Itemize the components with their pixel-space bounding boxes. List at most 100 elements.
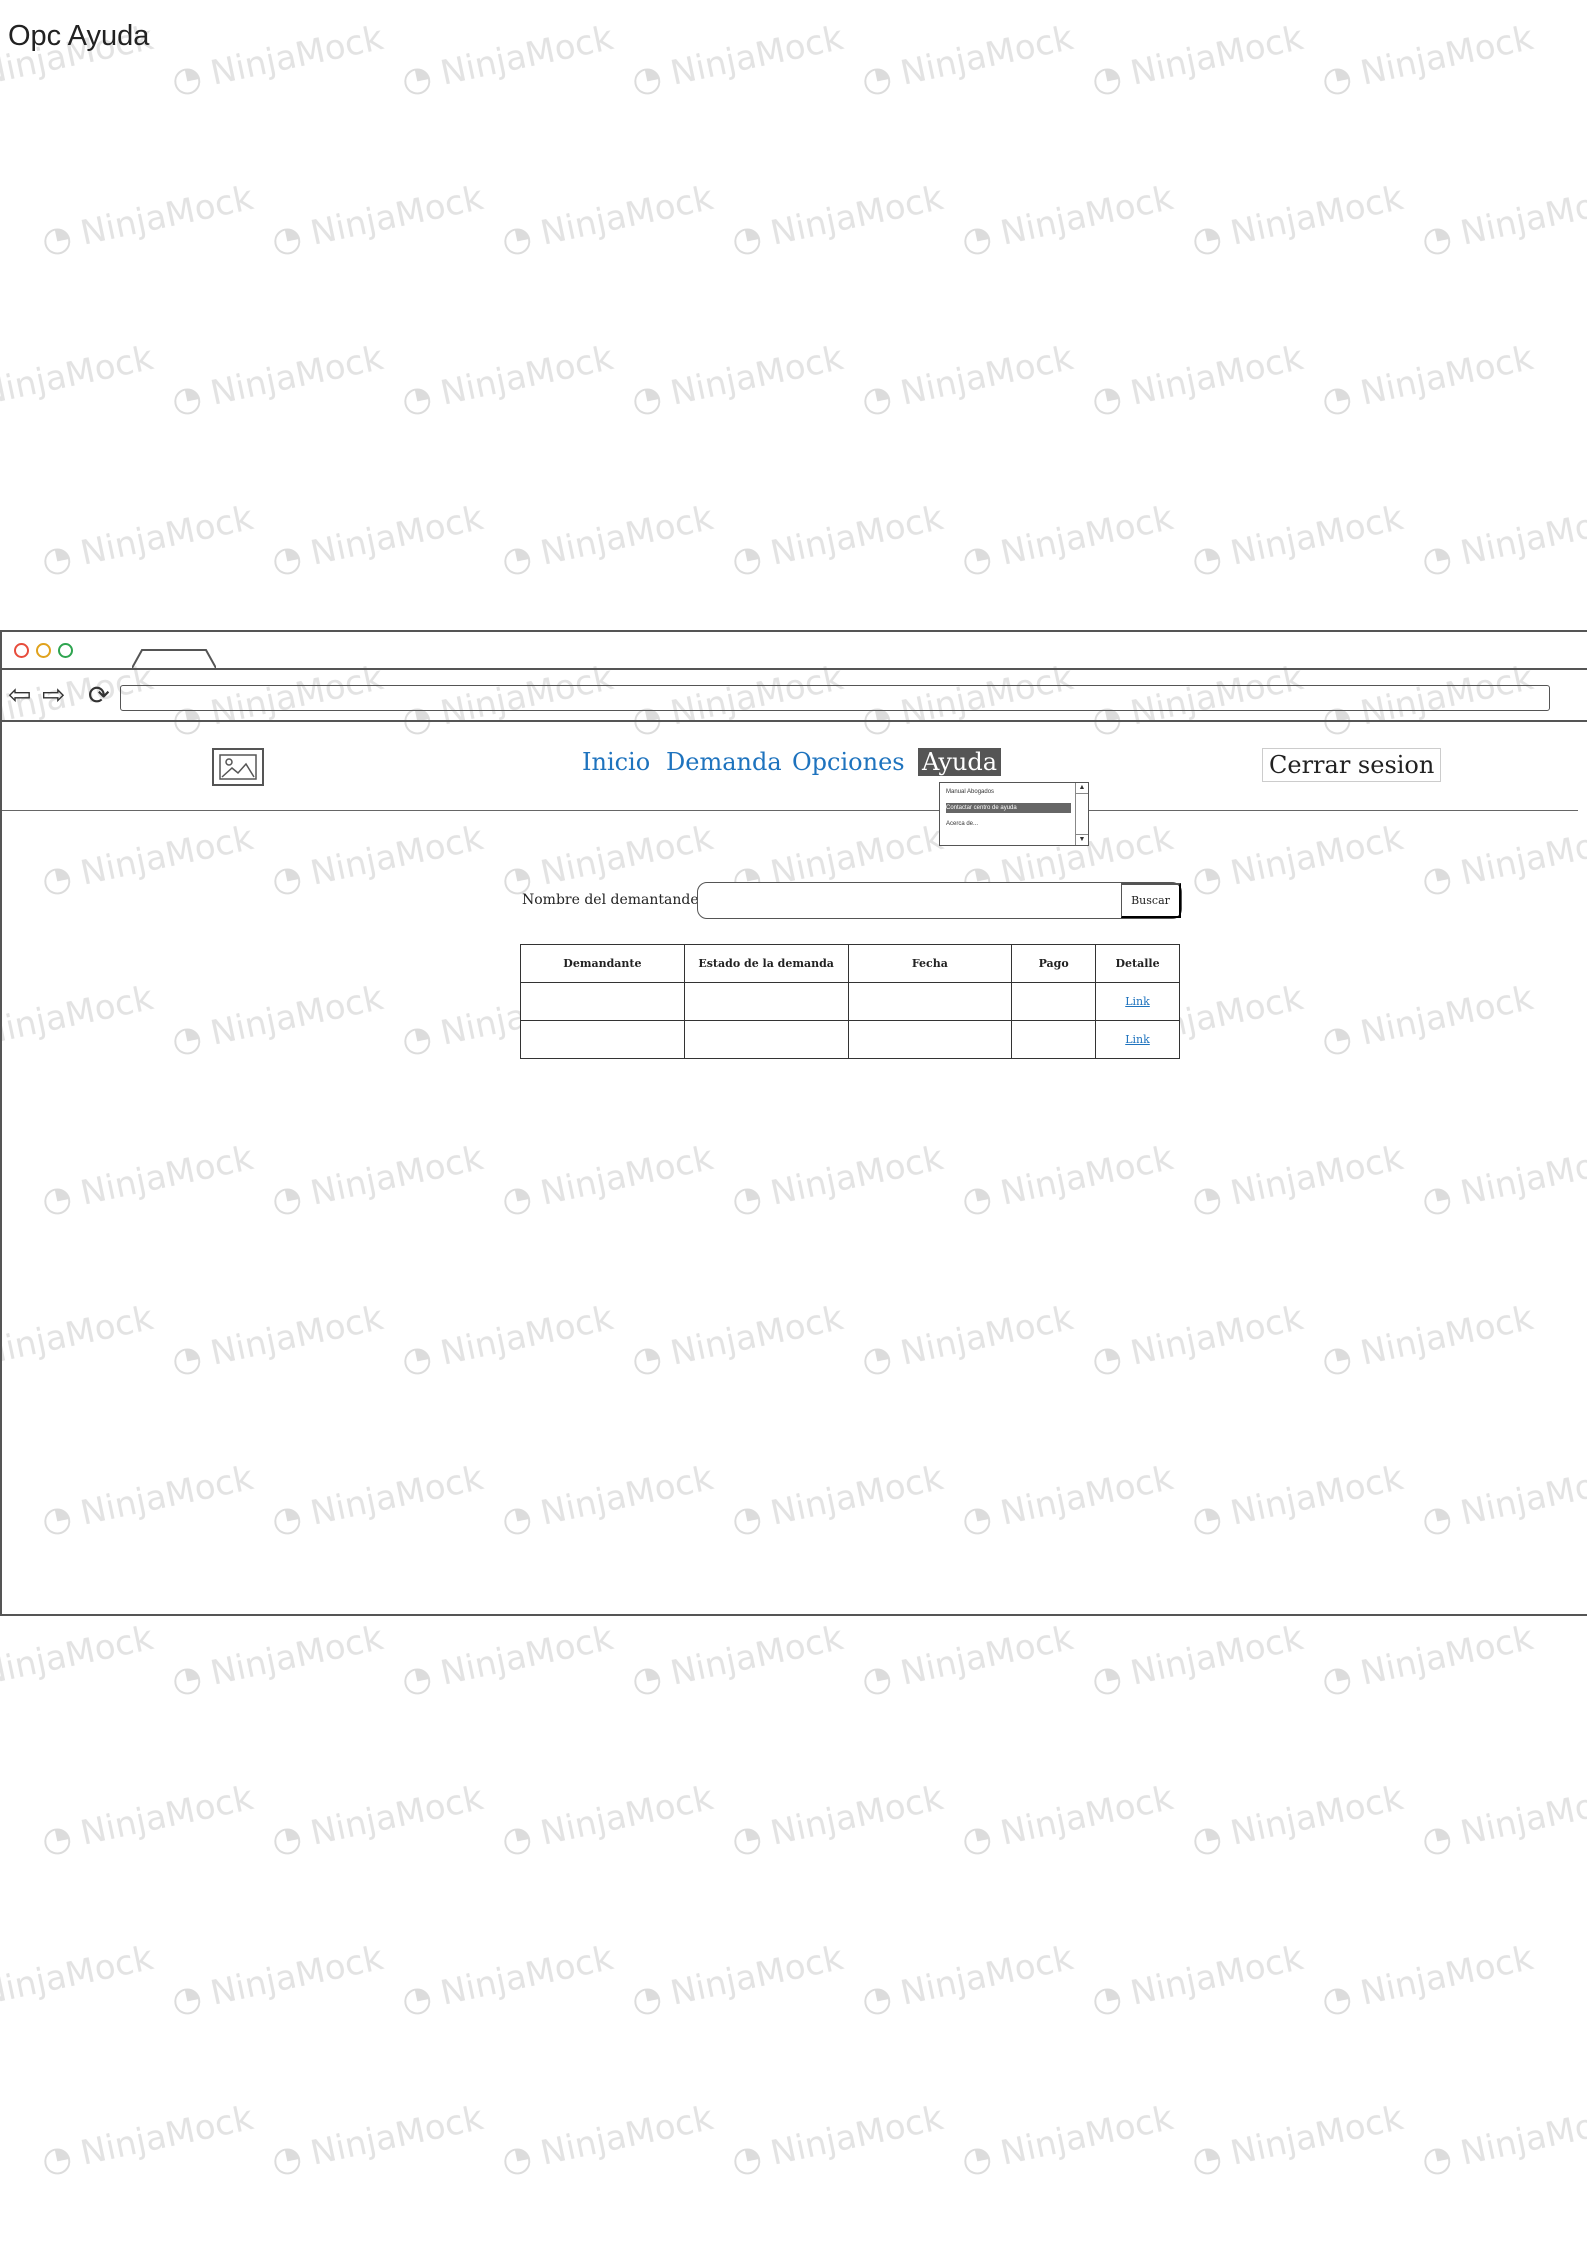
watermark-text: NinjaMock bbox=[1088, 18, 1307, 102]
watermark-text: NinjaMock bbox=[858, 1938, 1077, 2022]
watermark-text: NinjaMock bbox=[498, 498, 717, 582]
watermark-text: NinjaMock bbox=[0, 338, 157, 422]
search-field: Buscar bbox=[697, 882, 1182, 920]
watermark-text: NinjaMock bbox=[628, 1938, 847, 2022]
demands-table: Demandante Estado de la demanda Fecha Pa… bbox=[520, 944, 1180, 1059]
watermark-text: NinjaMock bbox=[0, 1938, 157, 2022]
watermark-text: NinjaMock bbox=[1188, 2098, 1407, 2182]
watermark-text: NinjaMock bbox=[1318, 1938, 1537, 2022]
watermark-text: NinjaMock bbox=[398, 1938, 617, 2022]
table-cell bbox=[520, 982, 685, 1021]
watermark-text: NinjaMock bbox=[1318, 338, 1537, 422]
help-dropdown[interactable]: Manual Abogados Contactar centro de ayud… bbox=[939, 782, 1089, 846]
browser-addressbar: ⇦ ⇨ ⟳ bbox=[2, 670, 1587, 722]
watermark-text: NinjaMock bbox=[958, 2098, 1177, 2182]
column-header: Estado de la demanda bbox=[683, 944, 849, 983]
watermark-text: NinjaMock bbox=[1418, 1778, 1587, 1862]
dropdown-option-manual[interactable]: Manual Abogados bbox=[946, 787, 1056, 797]
table-cell bbox=[1011, 1020, 1097, 1059]
watermark-text: NinjaMock bbox=[268, 1778, 487, 1862]
column-header: Detalle bbox=[1095, 944, 1180, 983]
close-window-icon[interactable] bbox=[14, 643, 29, 658]
nav-inicio[interactable]: Inicio bbox=[582, 748, 650, 776]
watermark-text: NinjaMock bbox=[0, 1618, 157, 1702]
watermark-text: NinjaMock bbox=[38, 2098, 257, 2182]
watermark-text: NinjaMock bbox=[498, 178, 717, 262]
minimize-window-icon[interactable] bbox=[36, 643, 51, 658]
watermark-text: NinjaMock bbox=[268, 2098, 487, 2182]
column-header: Demandante bbox=[520, 944, 685, 983]
page-content: Inicio Demanda Opciones Ayuda Cerrar ses… bbox=[2, 722, 1587, 1612]
watermark-text: NinjaMock bbox=[1418, 2098, 1587, 2182]
maximize-window-icon[interactable] bbox=[58, 643, 73, 658]
watermark-text: NinjaMock bbox=[858, 338, 1077, 422]
watermark-text: NinjaMock bbox=[1418, 498, 1587, 582]
watermark-text: NinjaMock bbox=[628, 338, 847, 422]
watermark-text: NinjaMock bbox=[1418, 178, 1587, 262]
browser-window: ⇦ ⇨ ⟳ Inicio Demanda Opciones Ayuda Cerr… bbox=[0, 630, 1587, 1616]
dropdown-scrollbar[interactable]: ▲ ▼ bbox=[1075, 783, 1088, 845]
watermark-text: NinjaMock bbox=[1188, 1778, 1407, 1862]
arrow-right-icon[interactable]: ⇨ bbox=[42, 680, 65, 710]
watermark-text: NinjaMock bbox=[628, 1618, 847, 1702]
watermark-text: NinjaMock bbox=[1188, 178, 1407, 262]
watermark-text: NinjaMock bbox=[728, 1778, 947, 1862]
watermark-text: NinjaMock bbox=[268, 178, 487, 262]
arrow-left-icon[interactable]: ⇦ bbox=[8, 680, 31, 710]
browser-titlebar bbox=[2, 632, 1587, 670]
table-row: Link bbox=[520, 1020, 1180, 1059]
reload-icon[interactable]: ⟳ bbox=[88, 680, 110, 710]
watermark-text: NinjaMock bbox=[728, 498, 947, 582]
watermark-text: NinjaMock bbox=[1088, 1618, 1307, 1702]
table-row: Link bbox=[520, 982, 1180, 1021]
watermark-text: NinjaMock bbox=[1318, 18, 1537, 102]
watermark-text: NinjaMock bbox=[728, 2098, 947, 2182]
watermark-text: NinjaMock bbox=[628, 18, 847, 102]
watermark-text: NinjaMock bbox=[958, 1778, 1177, 1862]
watermark-text: NinjaMock bbox=[38, 1778, 257, 1862]
watermark-text: NinjaMock bbox=[958, 178, 1177, 262]
watermark-text: NinjaMock bbox=[38, 498, 257, 582]
chevron-down-icon[interactable]: ▼ bbox=[1076, 834, 1088, 845]
table-cell bbox=[847, 1020, 1013, 1059]
nav-ayuda[interactable]: Ayuda bbox=[918, 748, 1002, 776]
search-label: Nombre del demantande: bbox=[522, 892, 704, 908]
watermark-text: NinjaMock bbox=[398, 338, 617, 422]
image-placeholder-icon bbox=[212, 748, 264, 786]
watermark-text: NinjaMock bbox=[498, 2098, 717, 2182]
search-button[interactable]: Buscar bbox=[1121, 883, 1181, 918]
watermark-text: NinjaMock bbox=[1088, 338, 1307, 422]
column-header: Pago bbox=[1011, 944, 1097, 983]
detail-link[interactable]: Link bbox=[1095, 982, 1180, 1021]
watermark-text: NinjaMock bbox=[168, 1938, 387, 2022]
watermark-text: NinjaMock bbox=[268, 498, 487, 582]
watermark-text: NinjaMock bbox=[498, 1778, 717, 1862]
detail-link[interactable]: Link bbox=[1095, 1020, 1180, 1059]
watermark-text: NinjaMock bbox=[1088, 1938, 1307, 2022]
table-cell bbox=[1011, 982, 1097, 1021]
watermark-text: NinjaMock bbox=[858, 18, 1077, 102]
dropdown-option-contact[interactable]: Contactar centro de ayuda bbox=[946, 803, 1071, 813]
table-cell bbox=[683, 982, 849, 1021]
column-header: Fecha bbox=[847, 944, 1013, 983]
browser-tab[interactable] bbox=[132, 648, 216, 668]
watermark-text: NinjaMock bbox=[168, 1618, 387, 1702]
nav-opciones[interactable]: Opciones bbox=[792, 748, 905, 776]
watermark-text: NinjaMock bbox=[168, 18, 387, 102]
nav-demanda[interactable]: Demanda bbox=[666, 748, 782, 776]
watermark-text: NinjaMock bbox=[728, 178, 947, 262]
dropdown-option-about[interactable]: Acerca de... bbox=[946, 819, 1056, 829]
page-title: Opc Ayuda bbox=[8, 20, 150, 52]
watermark-text: NinjaMock bbox=[38, 178, 257, 262]
watermark-text: NinjaMock bbox=[858, 1618, 1077, 1702]
table-cell bbox=[520, 1020, 685, 1059]
search-input[interactable] bbox=[698, 883, 1122, 920]
watermark-text: NinjaMock bbox=[1318, 1618, 1537, 1702]
watermark-text: NinjaMock bbox=[168, 338, 387, 422]
chevron-up-icon[interactable]: ▲ bbox=[1076, 783, 1088, 794]
logout-button[interactable]: Cerrar sesion bbox=[1262, 748, 1442, 782]
watermark-text: NinjaMock bbox=[398, 18, 617, 102]
address-input[interactable] bbox=[120, 685, 1550, 711]
table-header-row: Demandante Estado de la demanda Fecha Pa… bbox=[520, 944, 1180, 983]
header-divider bbox=[2, 810, 1578, 811]
